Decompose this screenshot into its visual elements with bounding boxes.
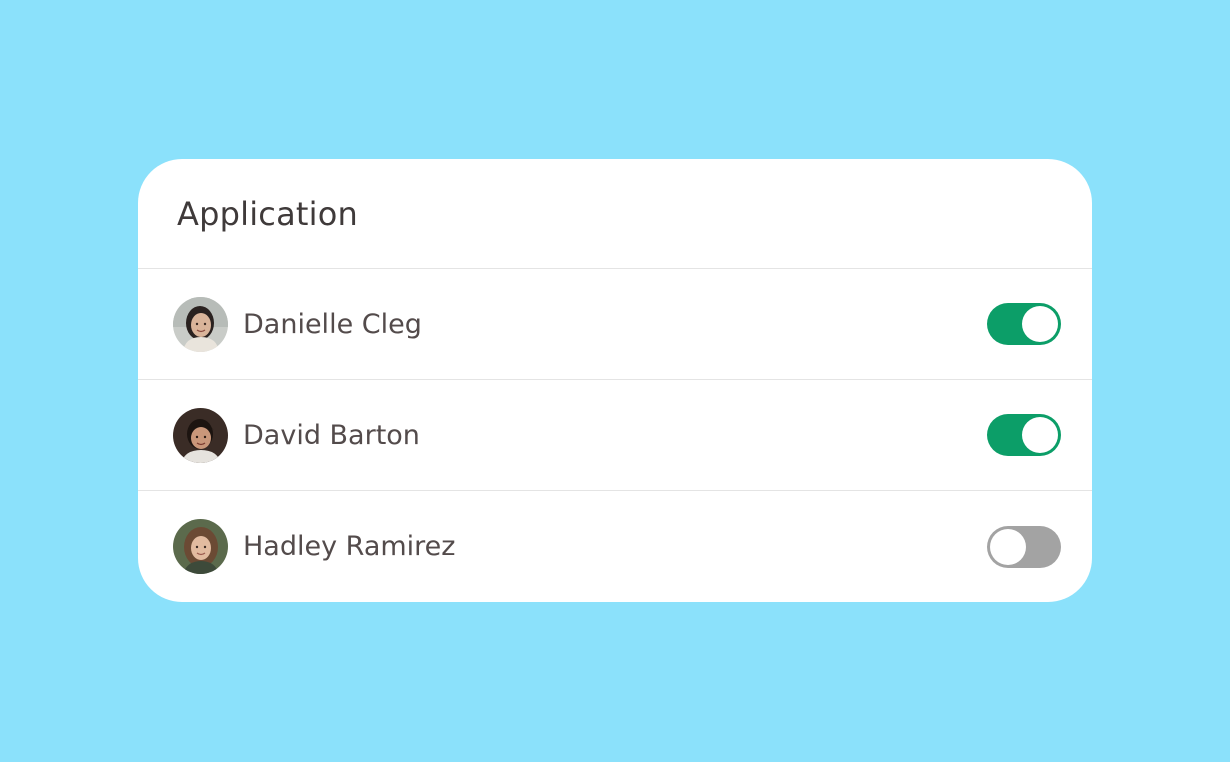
toggle-switch-danielle[interactable]	[987, 303, 1061, 345]
user-row-hadley: Hadley Ramirez	[138, 491, 1092, 602]
avatar	[173, 407, 228, 463]
toggle-switch-david[interactable]	[987, 414, 1061, 456]
card-header: Application	[138, 159, 1092, 269]
toggle-knob	[990, 528, 1026, 565]
user-row-danielle: Danielle Cleg	[138, 269, 1092, 380]
avatar	[173, 296, 228, 352]
user-name: Hadley Ramirez	[243, 531, 456, 562]
avatar-danielle-image	[173, 296, 228, 352]
toggle-knob	[1022, 417, 1058, 453]
toggle-switch-hadley[interactable]	[987, 525, 1061, 568]
application-card: Application Danielle Cleg David Barton H…	[138, 159, 1092, 602]
avatar-david-image	[173, 407, 228, 463]
toggle-knob	[1022, 306, 1058, 342]
user-row-david: David Barton	[138, 380, 1092, 491]
avatar	[173, 519, 228, 574]
user-name: Danielle Cleg	[243, 308, 422, 340]
user-name: David Barton	[243, 419, 420, 451]
card-title: Application	[177, 194, 358, 233]
avatar-hadley-image	[173, 519, 228, 574]
